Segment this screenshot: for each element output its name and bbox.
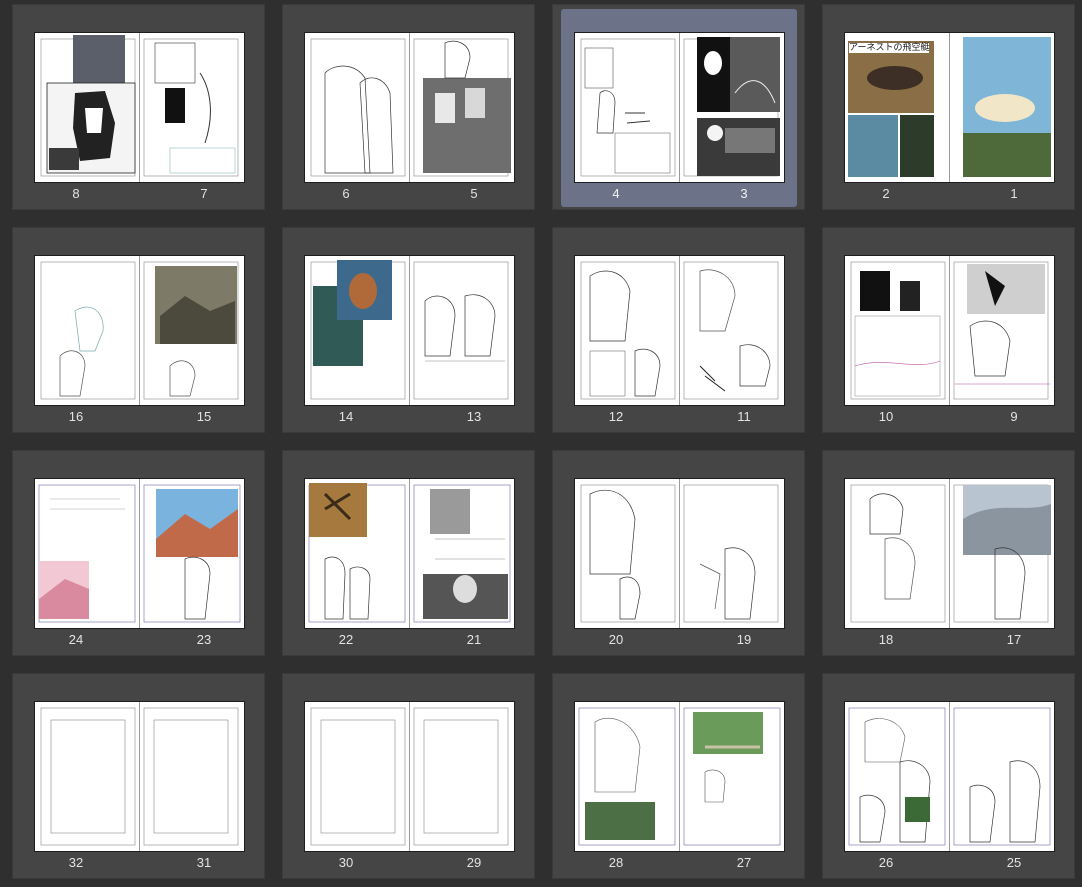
spread-preview xyxy=(845,702,1054,851)
spread-thumbnail[interactable]: 12 11 xyxy=(552,227,805,433)
page-number-right: 3 xyxy=(740,186,748,201)
spread-preview xyxy=(305,479,514,628)
page-number-left: 20 xyxy=(608,632,624,647)
page-number-left: 14 xyxy=(338,409,354,424)
spread-preview xyxy=(845,256,1054,405)
page-number-left: 12 xyxy=(608,409,624,424)
spread-thumbnail[interactable]: アーネストの飛空艇 2 1 xyxy=(822,4,1075,210)
spread-thumbnail[interactable]: 6 5 xyxy=(282,4,535,210)
spread-thumbnail[interactable]: 32 31 xyxy=(12,673,265,879)
spread-preview xyxy=(35,702,244,851)
page-number-right: 15 xyxy=(196,409,212,424)
spread-thumbnail[interactable]: 18 17 xyxy=(822,450,1075,656)
spread-thumbnail[interactable]: 14 13 xyxy=(282,227,535,433)
spread-thumbnail-selected[interactable]: 4 3 xyxy=(552,4,805,210)
spread-thumbnail[interactable]: 22 21 xyxy=(282,450,535,656)
spread-preview: アーネストの飛空艇 xyxy=(845,33,1054,182)
spread-thumbnail[interactable]: 16 15 xyxy=(12,227,265,433)
page-number-right: 29 xyxy=(466,855,482,870)
spread-thumbnail[interactable]: 28 27 xyxy=(552,673,805,879)
spread-preview xyxy=(575,479,784,628)
page-number-right: 9 xyxy=(1010,409,1018,424)
page-number-left: 18 xyxy=(878,632,894,647)
title-text: アーネストの飛空艇 xyxy=(849,43,930,53)
page-number-right: 17 xyxy=(1006,632,1022,647)
page-number-left: 30 xyxy=(338,855,354,870)
page-number-right: 23 xyxy=(196,632,212,647)
spread-preview xyxy=(305,33,514,182)
page-number-right: 5 xyxy=(470,186,478,201)
spread-preview xyxy=(305,256,514,405)
page-number-left: 28 xyxy=(608,855,624,870)
page-thumbnail-grid: 8 7 6 5 4 3 アーネストの飛空艇 2 1 16 15 14 13 12… xyxy=(0,0,1082,887)
spread-preview xyxy=(575,33,784,182)
page-number-right: 21 xyxy=(466,632,482,647)
page-number-right: 19 xyxy=(736,632,752,647)
spread-preview xyxy=(35,33,244,182)
spread-preview xyxy=(575,702,784,851)
spread-preview xyxy=(305,702,514,851)
page-number-right: 1 xyxy=(1010,186,1018,201)
page-number-left: 26 xyxy=(878,855,894,870)
page-number-left: 22 xyxy=(338,632,354,647)
page-number-right: 11 xyxy=(737,409,751,424)
spread-preview xyxy=(845,479,1054,628)
spread-thumbnail[interactable]: 10 9 xyxy=(822,227,1075,433)
spread-preview xyxy=(35,479,244,628)
page-number-right: 7 xyxy=(200,186,208,201)
page-number-left: 10 xyxy=(878,409,894,424)
page-number-left: 2 xyxy=(882,186,890,201)
page-number-left: 6 xyxy=(342,186,350,201)
spread-preview xyxy=(35,256,244,405)
page-number-right: 31 xyxy=(196,855,212,870)
spread-thumbnail[interactable]: 20 19 xyxy=(552,450,805,656)
spread-thumbnail[interactable]: 8 7 xyxy=(12,4,265,210)
spread-preview xyxy=(575,256,784,405)
page-number-right: 25 xyxy=(1006,855,1022,870)
spread-thumbnail[interactable]: 26 25 xyxy=(822,673,1075,879)
spread-thumbnail[interactable]: 24 23 xyxy=(12,450,265,656)
page-number-left: 32 xyxy=(68,855,84,870)
page-number-left: 4 xyxy=(612,186,620,201)
spread-thumbnail[interactable]: 30 29 xyxy=(282,673,535,879)
page-number-right: 13 xyxy=(466,409,482,424)
page-number-left: 8 xyxy=(72,186,80,201)
page-number-right: 27 xyxy=(736,855,752,870)
page-number-left: 16 xyxy=(68,409,84,424)
page-number-left: 24 xyxy=(68,632,84,647)
